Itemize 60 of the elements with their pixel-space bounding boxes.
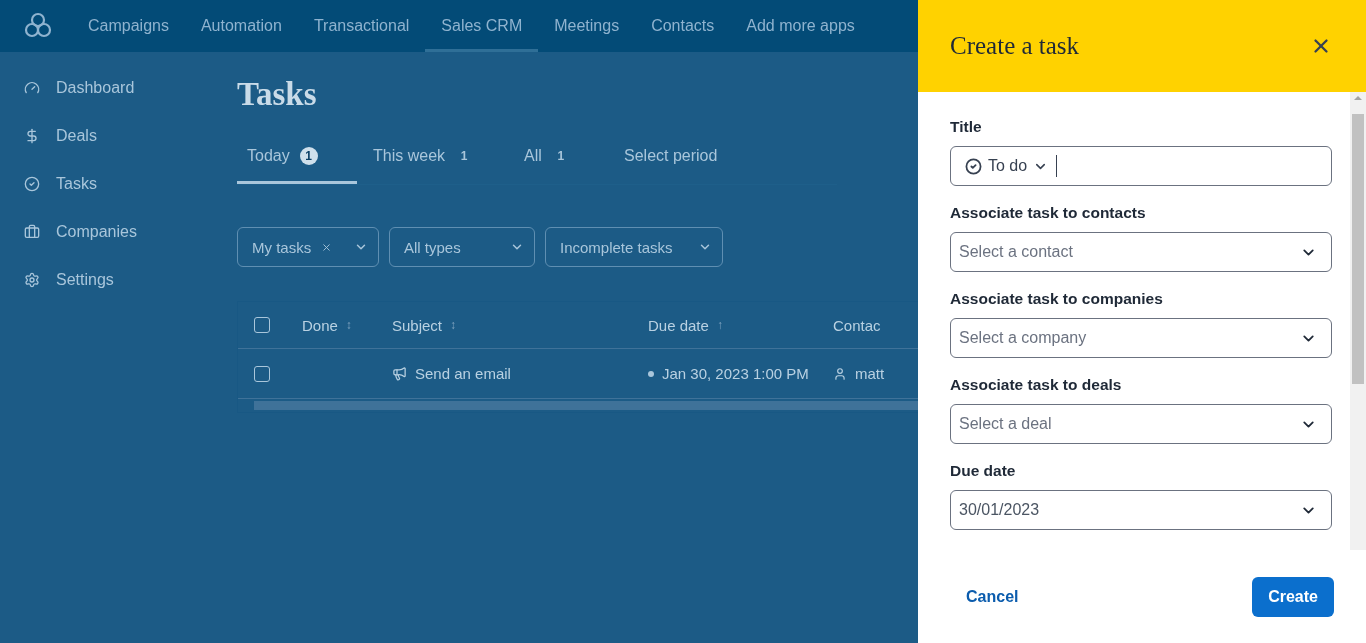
sort-indicator[interactable]: ↕ bbox=[450, 318, 457, 332]
user-icon bbox=[833, 366, 847, 381]
checkbox[interactable] bbox=[254, 317, 270, 333]
column-header[interactable]: Done ↕ bbox=[302, 316, 392, 334]
scrollbar[interactable] bbox=[1350, 92, 1366, 550]
field-label: Due date bbox=[950, 462, 1017, 480]
field-label: Title bbox=[950, 118, 983, 136]
settings-icon bbox=[24, 272, 40, 288]
sidebar-item[interactable]: Tasks bbox=[24, 172, 237, 196]
briefcase-icon bbox=[24, 224, 40, 240]
nav-tab[interactable]: Transactional bbox=[297, 0, 426, 52]
sort-indicator[interactable]: ↕ bbox=[345, 318, 352, 332]
filter-dropdown[interactable]: My tasks bbox=[237, 227, 379, 267]
create-button[interactable]: Create bbox=[1252, 577, 1334, 617]
scrollbar[interactable] bbox=[254, 401, 918, 410]
nav-tab[interactable]: Meetings bbox=[538, 0, 636, 52]
select-dropdown[interactable]: Select a deal bbox=[950, 404, 1332, 444]
tab[interactable]: Select period bbox=[608, 139, 784, 184]
column-header[interactable]: Subject ↕ bbox=[392, 316, 648, 334]
field-label: Associate task to contacts bbox=[950, 204, 1147, 222]
dollar-icon bbox=[24, 128, 40, 144]
select-dropdown[interactable]: Select a company bbox=[950, 318, 1332, 358]
sidebar-item[interactable]: Companies bbox=[24, 220, 237, 244]
panel-title: Create a task bbox=[950, 32, 1080, 60]
gauge-icon bbox=[24, 80, 40, 96]
nav-tab[interactable]: Add more apps bbox=[730, 0, 871, 52]
nav-tab[interactable]: Contacts bbox=[635, 0, 731, 52]
table-cell: matt bbox=[833, 365, 918, 382]
nav-tab[interactable]: Automation bbox=[184, 0, 298, 52]
status-dot-icon bbox=[648, 370, 654, 377]
checkbox[interactable] bbox=[254, 365, 270, 382]
sidebar-item[interactable]: Settings bbox=[24, 268, 237, 292]
clear-icon[interactable] bbox=[321, 241, 333, 253]
check-circle-icon bbox=[24, 176, 40, 192]
page-title: Tasks bbox=[237, 76, 318, 113]
table-cell: Jan 30, 2023 1:00 PM bbox=[648, 365, 833, 382]
column-header[interactable]: Contac bbox=[833, 316, 918, 334]
field-label: Associate task to companies bbox=[950, 290, 1164, 308]
nav-tab[interactable]: Sales CRM bbox=[425, 0, 539, 52]
date-dropdown[interactable]: 30/01/2023 bbox=[950, 490, 1332, 530]
megaphone-icon bbox=[392, 366, 407, 381]
nav-tab[interactable]: Campaigns bbox=[72, 0, 185, 52]
tab[interactable]: All 1 bbox=[508, 139, 608, 184]
tab[interactable]: This week 1 bbox=[357, 139, 508, 184]
title-input[interactable]: To do bbox=[950, 146, 1332, 186]
task-count: 1 bbox=[459, 148, 469, 165]
filter-dropdown[interactable]: Incomplete tasks bbox=[545, 227, 723, 267]
filter-dropdown[interactable]: All types bbox=[389, 227, 535, 267]
cancel-link[interactable]: Cancel bbox=[952, 580, 1033, 614]
check-circle-icon bbox=[965, 157, 982, 175]
table-cell: Send an email bbox=[392, 365, 648, 382]
sidebar-item[interactable]: Deals bbox=[24, 124, 237, 148]
tab[interactable]: Today 1 bbox=[237, 139, 357, 184]
task-count: 1 bbox=[299, 147, 318, 165]
task-count: 1 bbox=[556, 148, 566, 165]
column-header[interactable]: Due date ↑ bbox=[648, 316, 833, 334]
field-label: Associate task to deals bbox=[950, 376, 1123, 394]
select-dropdown[interactable]: Select a contact bbox=[950, 232, 1332, 272]
sort-indicator[interactable]: ↑ bbox=[716, 318, 723, 332]
sidebar-item[interactable]: Dashboard bbox=[24, 76, 237, 100]
